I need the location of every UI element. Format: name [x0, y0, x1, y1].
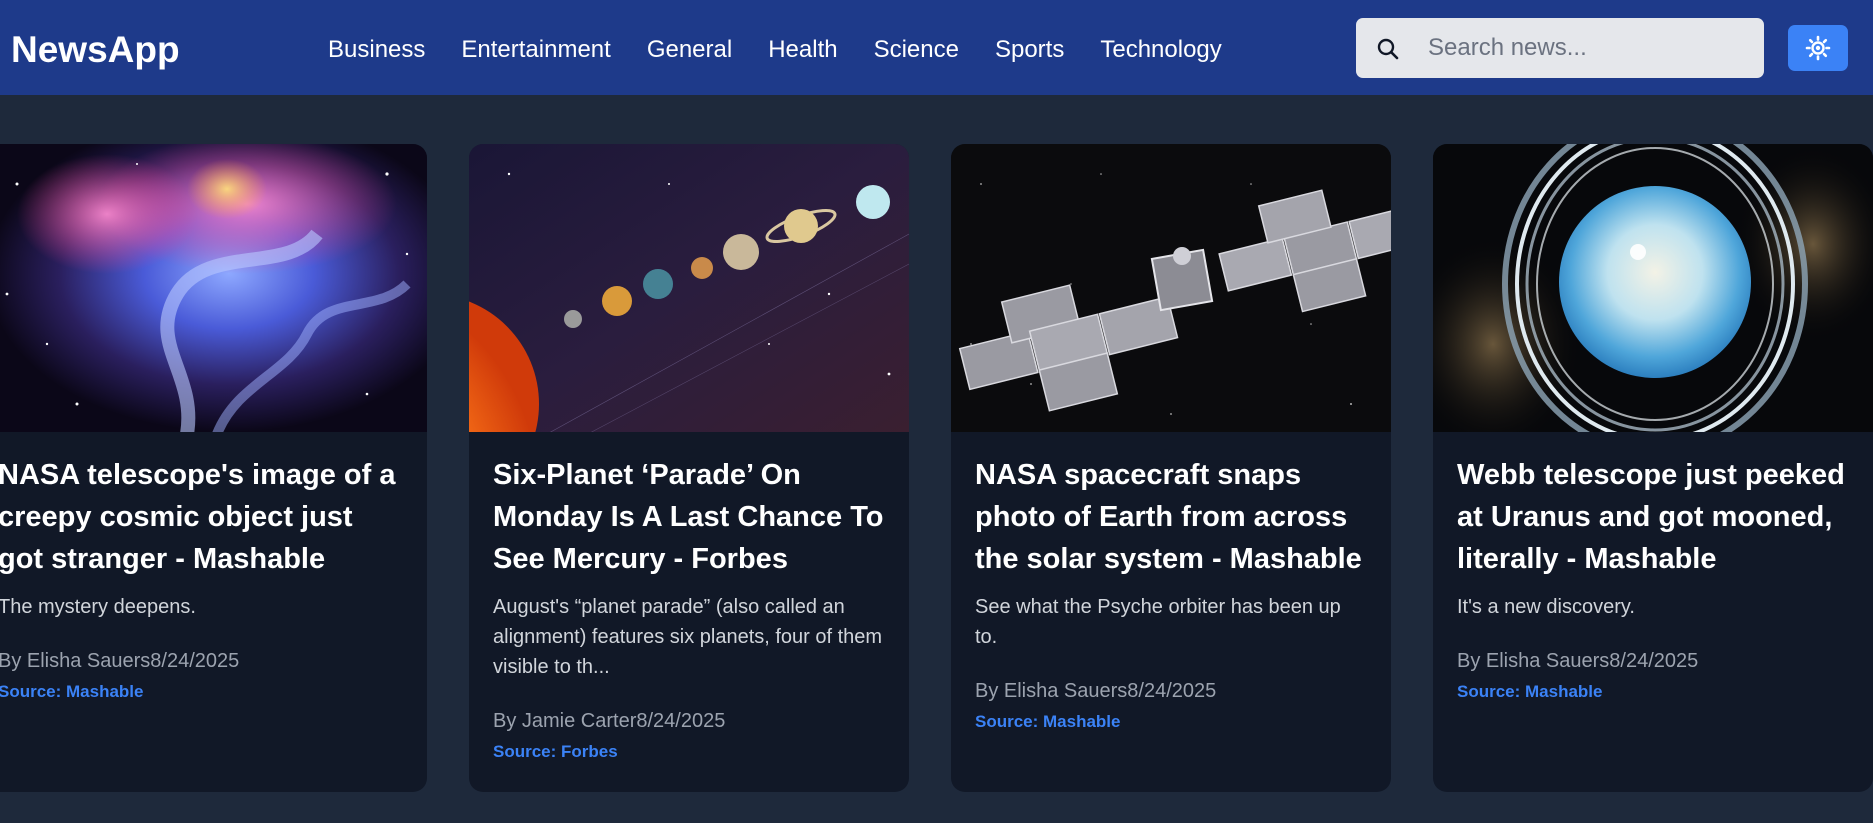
article-byline: By Elisha Sauers8/24/2025	[975, 680, 1217, 702]
article-description: The mystery deepens.	[0, 596, 196, 618]
top-navbar: NewsApp Business Entertainment General H…	[0, 0, 1873, 95]
search-box	[1356, 18, 1764, 78]
uranus-image	[1433, 144, 1873, 432]
nav-entertainment[interactable]: Entertainment	[461, 36, 610, 64]
article-source[interactable]: Source: Forbes	[493, 740, 885, 764]
nav-sports[interactable]: Sports	[995, 36, 1064, 64]
card-body: Webb telescope just peeked at Uranus and…	[1433, 454, 1873, 704]
nav-business[interactable]: Business	[328, 36, 425, 64]
article-source[interactable]: Source: Mashable	[1457, 680, 1849, 704]
card-body: NASA telescope's image of a creepy cosmi…	[0, 454, 427, 704]
article-description: See what the Psyche orbiter has been up …	[975, 596, 1341, 648]
article-title[interactable]: NASA telescope's image of a creepy cosmi…	[0, 454, 403, 580]
article-byline: By Elisha Sauers8/24/2025	[1457, 650, 1699, 672]
spacecraft-image	[951, 144, 1391, 432]
article-title[interactable]: NASA spacecraft snaps photo of Earth fro…	[975, 454, 1367, 580]
article-description: It's a new discovery.	[1457, 596, 1635, 618]
article-source[interactable]: Source: Mashable	[0, 680, 403, 704]
app-logo[interactable]: NewsApp	[11, 0, 180, 95]
news-card[interactable]: Six-Planet ‘Parade’ On Monday Is A Last …	[469, 144, 909, 792]
nav-technology[interactable]: Technology	[1100, 36, 1221, 64]
article-title[interactable]: Webb telescope just peeked at Uranus and…	[1457, 454, 1849, 580]
news-card[interactable]: NASA telescope's image of a creepy cosmi…	[0, 144, 427, 792]
nebula-image	[0, 144, 427, 432]
article-byline: By Elisha Sauers8/24/2025	[0, 650, 240, 672]
news-card[interactable]: Webb telescope just peeked at Uranus and…	[1433, 144, 1873, 792]
article-source[interactable]: Source: Mashable	[975, 710, 1367, 734]
nav-general[interactable]: General	[647, 36, 732, 64]
category-nav: Business Entertainment General Health Sc…	[328, 0, 1258, 100]
theme-toggle-button[interactable]	[1788, 25, 1848, 71]
search-input[interactable]	[1428, 18, 1748, 78]
article-byline: By Jamie Carter8/24/2025	[493, 710, 726, 732]
search-icon	[1377, 38, 1399, 60]
card-body: Six-Planet ‘Parade’ On Monday Is A Last …	[469, 454, 909, 764]
nav-science[interactable]: Science	[874, 36, 959, 64]
article-description: August's “planet parade” (also called an…	[493, 596, 883, 678]
news-card[interactable]: NASA spacecraft snaps photo of Earth fro…	[951, 144, 1391, 792]
planet-parade-image	[469, 144, 909, 432]
nav-health[interactable]: Health	[768, 36, 837, 64]
card-body: NASA spacecraft snaps photo of Earth fro…	[951, 454, 1391, 734]
article-title[interactable]: Six-Planet ‘Parade’ On Monday Is A Last …	[493, 454, 885, 580]
sun-icon	[1805, 35, 1831, 61]
